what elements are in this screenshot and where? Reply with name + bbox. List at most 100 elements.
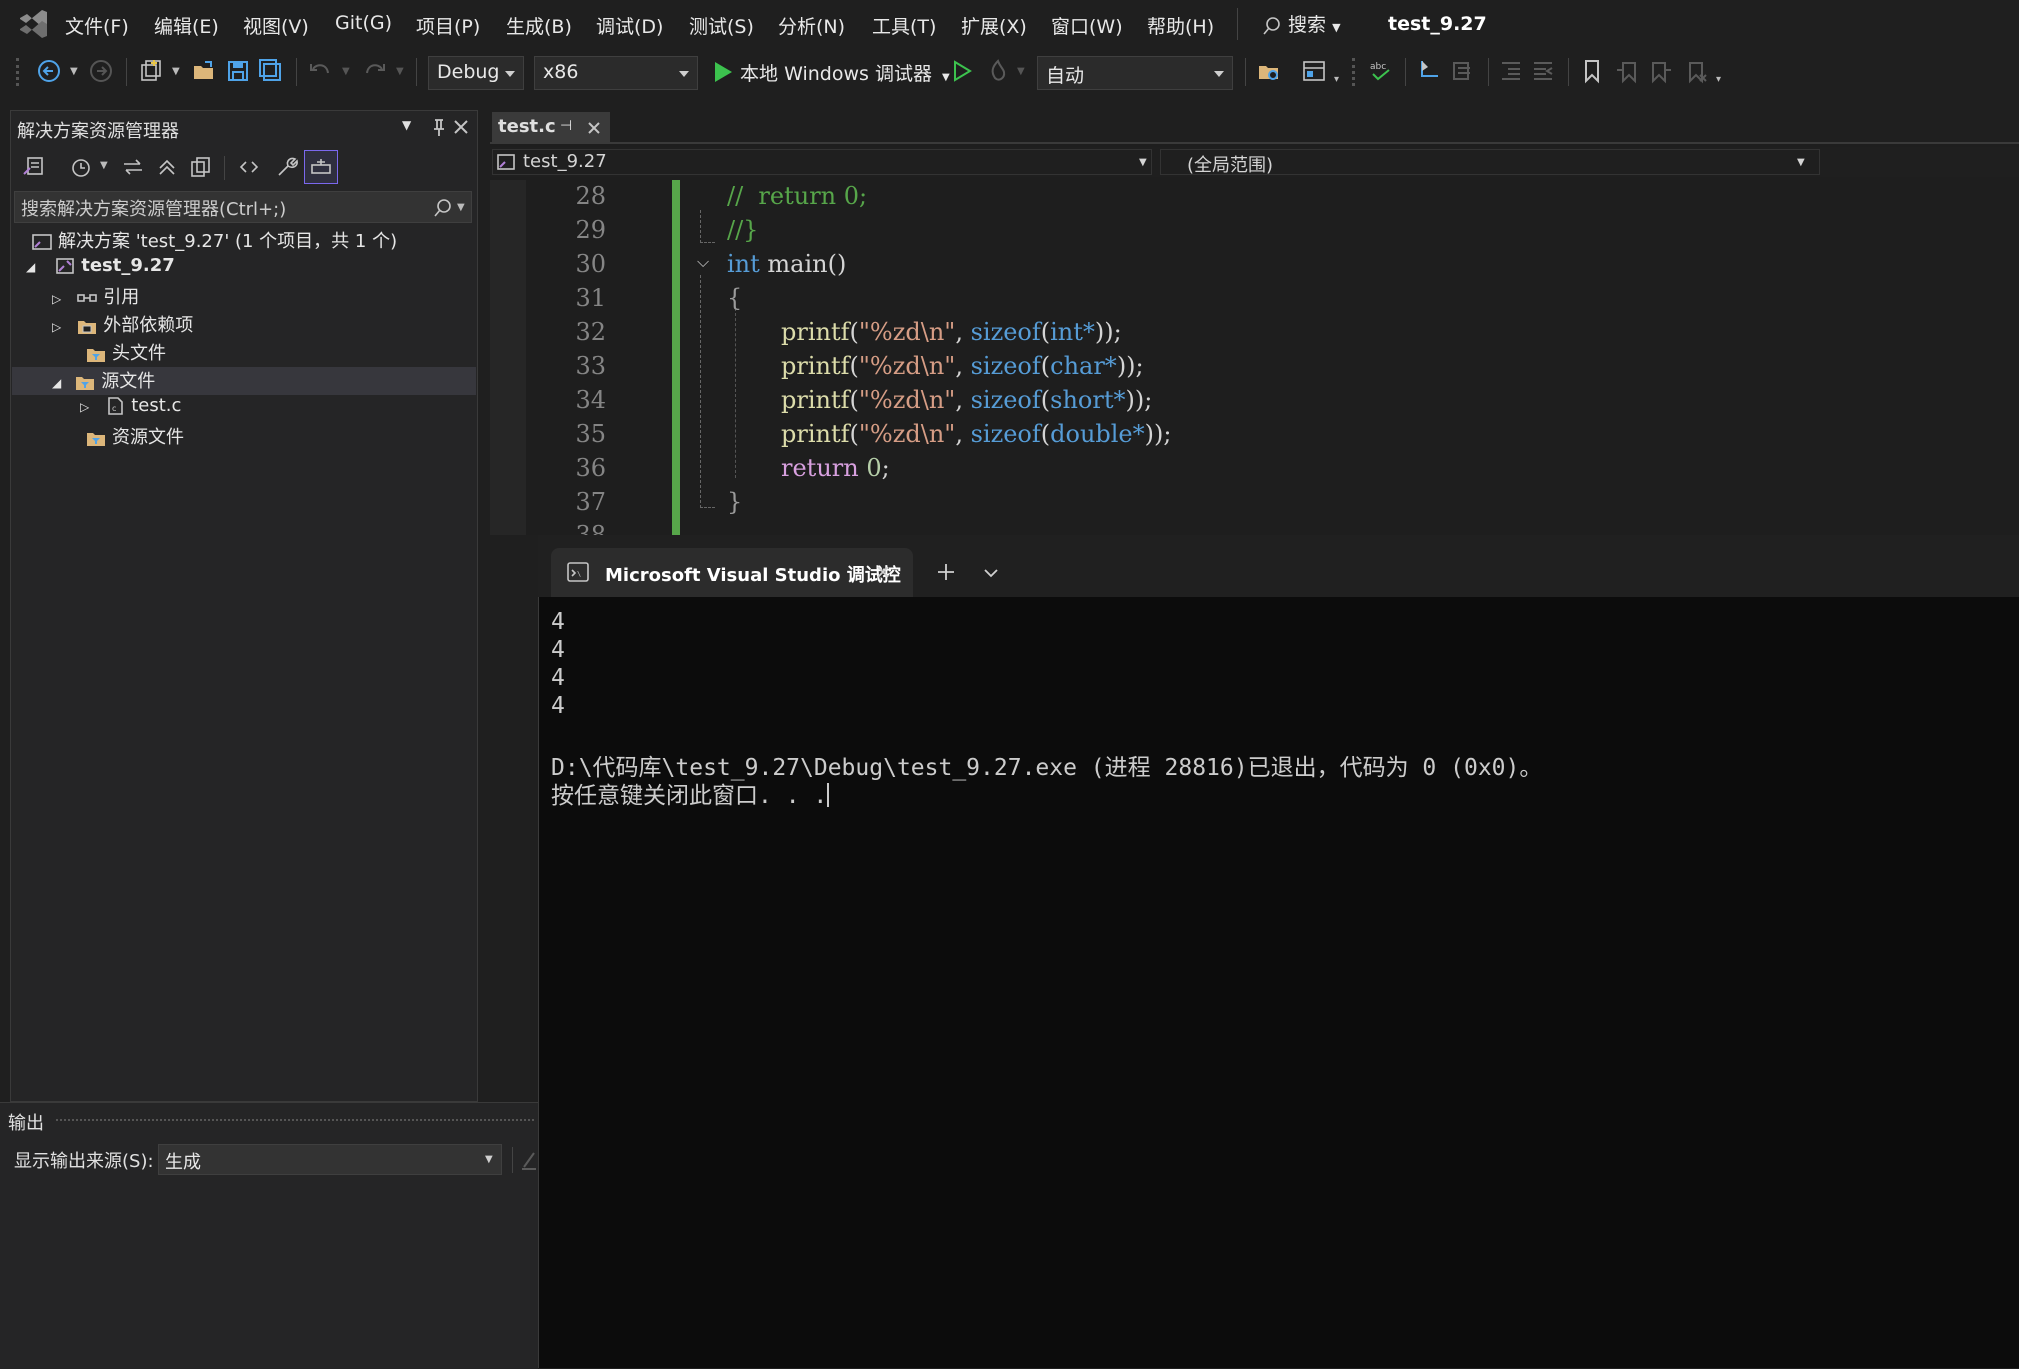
search-icon[interactable]	[433, 198, 453, 218]
menu-help[interactable]: 帮助(H)	[1147, 12, 1214, 39]
start-without-debugging-icon[interactable]	[949, 58, 975, 84]
close-icon[interactable]	[875, 564, 891, 580]
expanded-triangle-icon[interactable]: ◢	[26, 260, 35, 274]
chevron-down-icon[interactable]: ▼	[172, 66, 180, 77]
collapse-all-icon[interactable]	[154, 154, 180, 180]
clear-bookmarks-icon[interactable]	[1683, 58, 1709, 84]
new-tab-plus-icon[interactable]	[936, 562, 956, 582]
indent-icon[interactable]	[1498, 58, 1524, 84]
show-all-files-icon[interactable]	[188, 154, 214, 180]
debug-mode-select[interactable]: 自动	[1037, 56, 1233, 90]
chevron-down-icon[interactable]: ▼	[396, 66, 404, 77]
new-project-icon[interactable]	[138, 58, 164, 84]
collapsed-triangle-icon[interactable]: ▷	[52, 320, 61, 334]
member-scope-select[interactable]: (全局范围) ▼	[1160, 149, 1820, 176]
window-title: test_9.27	[1388, 13, 1487, 35]
toolbar-separator	[1488, 58, 1489, 86]
toolbar-grip	[16, 58, 22, 86]
solution-icon	[32, 234, 52, 250]
save-all-icon[interactable]	[258, 58, 284, 84]
menu-project[interactable]: 项目(P)	[416, 12, 480, 39]
solution-config-select[interactable]: Debug	[428, 56, 524, 90]
search-button[interactable]: 搜索 ▼	[1262, 10, 1341, 37]
tree-item-test-c[interactable]: ▷ c test.c	[80, 395, 181, 423]
menu-analyze[interactable]: 分析(N)	[778, 12, 845, 39]
menu-window[interactable]: 窗口(W)	[1051, 12, 1123, 39]
menu-tools[interactable]: 工具(T)	[872, 12, 936, 39]
start-debugging-button[interactable]: 本地 Windows 调试器 ▼	[712, 59, 950, 86]
browse-folder-icon[interactable]	[1256, 58, 1282, 84]
menu-view[interactable]: 视图(V)	[243, 12, 309, 39]
menu-edit[interactable]: 编辑(E)	[154, 12, 219, 39]
tree-item-project[interactable]: ◢ test_9.27	[26, 255, 175, 283]
output-source-select[interactable]: 生成 ▼	[158, 1144, 502, 1175]
forward-arrow-icon[interactable]	[88, 58, 114, 84]
properties-wrench-icon[interactable]	[274, 154, 300, 180]
code-line: printf("%zd\n", sizeof(int*));	[781, 318, 1122, 346]
menu-file[interactable]: 文件(F)	[65, 12, 129, 39]
collapsed-triangle-icon[interactable]: ▷	[80, 400, 89, 414]
bookmark-icon[interactable]	[1579, 58, 1605, 84]
tree-item-external-deps[interactable]: ▷ 外部依赖项	[52, 311, 193, 339]
line-number: 31	[575, 284, 606, 312]
panel-dropdown-icon[interactable]: ▼	[402, 118, 411, 132]
tree-item-header-files[interactable]: 头文件	[86, 339, 166, 367]
chevron-down-icon[interactable]: ▼	[70, 66, 78, 77]
console-tab[interactable]: \ Microsoft Visual Studio 调试控	[551, 548, 913, 597]
chevron-down-icon[interactable]: ▾	[1716, 74, 1721, 85]
console-icon: \	[567, 562, 589, 582]
chevron-down-icon[interactable]: ▾	[1334, 74, 1339, 85]
open-folder-icon[interactable]	[191, 58, 217, 84]
pin-tab-icon[interactable]: ⊣	[560, 118, 572, 134]
tree-item-references[interactable]: ▷ 引用	[52, 283, 139, 311]
solution-search-input[interactable]: 搜索解决方案资源管理器(Ctrl+;) ▼	[14, 191, 472, 223]
step-cursor-icon[interactable]	[1416, 58, 1442, 84]
collapse-region-icon[interactable]: ⌵	[697, 252, 709, 272]
tree-item-resource-files[interactable]: 资源文件	[86, 423, 184, 451]
tree-item-source-files[interactable]: ◢ 源文件	[12, 367, 476, 395]
menu-build[interactable]: 生成(B)	[506, 12, 572, 39]
tree-item-solution[interactable]: 解决方案 'test_9.27' (1 个项目，共 1 个)	[32, 227, 397, 255]
undo-icon[interactable]	[307, 58, 333, 84]
chevron-down-icon[interactable]: ▼	[342, 66, 350, 77]
console-press-key-text: 按任意键关闭此窗口. . .	[551, 783, 828, 809]
clear-output-icon[interactable]	[520, 1149, 538, 1171]
menu-git[interactable]: Git(G)	[335, 12, 392, 34]
prev-bookmark-icon[interactable]	[1614, 58, 1640, 84]
code-type: double*	[1050, 420, 1145, 448]
chevron-down-icon: ▼	[1332, 21, 1341, 34]
collapsed-triangle-icon[interactable]: ▷	[52, 292, 61, 306]
menu-test[interactable]: 测试(S)	[689, 12, 754, 39]
references-icon	[77, 294, 98, 302]
close-icon[interactable]	[452, 118, 470, 136]
solution-platform-select[interactable]: x86	[534, 56, 698, 90]
debug-console-window[interactable]	[538, 535, 2019, 1368]
pin-icon[interactable]	[430, 118, 448, 138]
back-arrow-icon[interactable]	[36, 58, 62, 84]
hot-reload-icon[interactable]	[985, 58, 1011, 84]
spell-check-icon[interactable]: abc	[1368, 58, 1394, 84]
save-icon[interactable]	[225, 58, 251, 84]
chevron-down-icon[interactable]	[982, 566, 1000, 580]
outdent-icon[interactable]	[1530, 58, 1556, 84]
layout-icon[interactable]	[1301, 58, 1327, 84]
view-code-icon[interactable]	[236, 154, 262, 180]
expanded-triangle-icon[interactable]: ◢	[52, 376, 61, 390]
project-scope-select[interactable]: test_9.27 ▼	[492, 149, 1152, 175]
pending-changes-filter-icon[interactable]	[68, 154, 94, 180]
sync-with-active-document-icon[interactable]	[120, 154, 146, 180]
close-icon[interactable]	[586, 120, 602, 136]
menu-debug[interactable]: 调试(D)	[596, 12, 663, 39]
search-label: 搜索	[1288, 14, 1327, 36]
switch-views-icon[interactable]	[20, 154, 46, 180]
menu-extensions[interactable]: 扩展(X)	[961, 12, 1027, 39]
chevron-down-icon[interactable]: ▼	[457, 202, 465, 213]
redo-icon[interactable]	[362, 58, 388, 84]
preview-selected-items-button[interactable]	[304, 150, 338, 184]
chevron-down-icon[interactable]: ▼	[1017, 66, 1025, 77]
next-bookmark-icon[interactable]	[1648, 58, 1674, 84]
tab-test-c[interactable]: test.c ⊣	[492, 112, 610, 142]
play-icon	[715, 62, 732, 82]
comment-icon[interactable]	[1450, 58, 1476, 84]
chevron-down-icon[interactable]: ▼	[100, 160, 108, 171]
